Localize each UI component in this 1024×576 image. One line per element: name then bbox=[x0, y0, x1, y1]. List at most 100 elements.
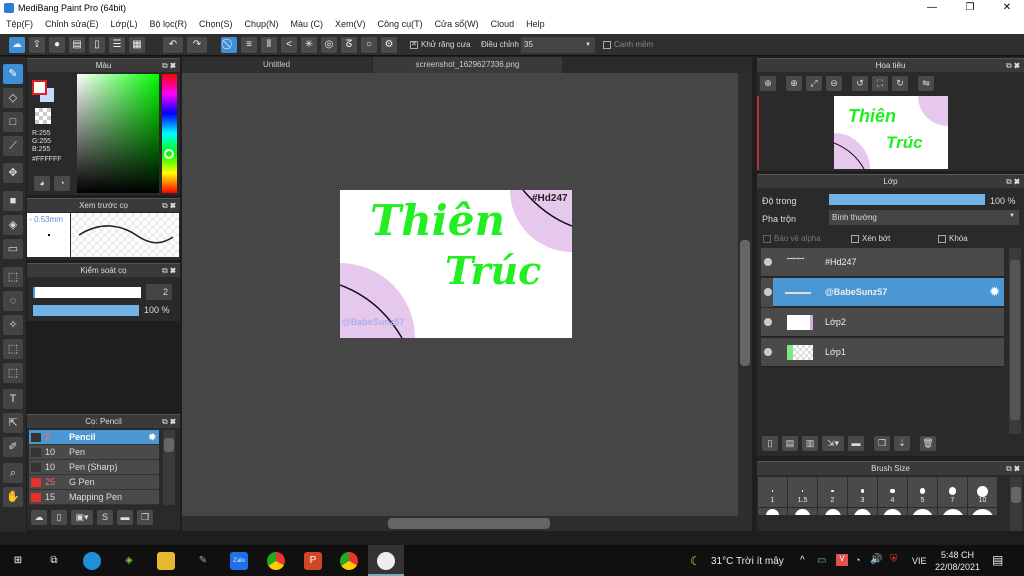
operation-tool-icon[interactable]: ⇱ bbox=[3, 413, 23, 433]
app-icon[interactable]: ◈ bbox=[120, 552, 138, 570]
visibility-toggle[interactable] bbox=[764, 348, 772, 356]
menu-edit[interactable]: Chỉnh sửa(E) bbox=[39, 16, 105, 34]
wifi-icon[interactable]: ◔ bbox=[855, 555, 860, 565]
navigator-thumbnail[interactable]: Thiên Trúc bbox=[834, 96, 948, 169]
medibang-taskbar-button[interactable] bbox=[368, 545, 404, 576]
menu-color[interactable]: Màu (C) bbox=[285, 16, 330, 34]
task-view-icon[interactable]: ⧉ bbox=[45, 552, 63, 570]
new-layer-icon[interactable]: ▯ bbox=[762, 436, 778, 451]
panel-controls-icon[interactable]: ⧉ ✖ bbox=[162, 59, 176, 73]
menu-tools[interactable]: Công cụ(T) bbox=[372, 16, 429, 34]
brush-item-pen-sharp[interactable]: 10 Pen (Sharp) bbox=[29, 460, 159, 475]
parallel-snap-icon[interactable]: ≡ bbox=[241, 37, 257, 53]
brush-size-option[interactable] bbox=[878, 508, 907, 515]
brush-size-option[interactable] bbox=[758, 508, 787, 515]
add-layer-menu-icon[interactable]: ⇲▾ bbox=[822, 436, 844, 451]
brush-item-pencil[interactable]: 2 Pencil ✹ bbox=[29, 430, 159, 445]
fullscreen-icon[interactable]: ⛶ bbox=[872, 76, 888, 91]
rectangle-tool-icon[interactable]: □ bbox=[3, 112, 23, 132]
panel-controls-icon[interactable]: ⧉ ✖ bbox=[162, 415, 176, 429]
divide-tool-icon[interactable]: ✐ bbox=[3, 437, 23, 457]
menu-select[interactable]: Chọn(S) bbox=[193, 16, 239, 34]
brush-size-option[interactable] bbox=[818, 508, 847, 515]
panel-controls-icon[interactable]: ⧉ ✖ bbox=[162, 264, 176, 278]
new-8bit-layer-icon[interactable]: ▥ bbox=[802, 436, 818, 451]
menu-layer[interactable]: Lớp(L) bbox=[105, 16, 144, 34]
maximize-button[interactable]: ❐ bbox=[953, 0, 987, 16]
vertical-snap-icon[interactable]: ⦀ bbox=[261, 37, 277, 53]
adjust-dropdown[interactable]: 35 ▼ bbox=[521, 37, 595, 53]
brush-size-option[interactable]: 3 bbox=[848, 477, 877, 507]
gear-icon[interactable]: ✹ bbox=[148, 430, 156, 444]
dot-tool-icon[interactable]: ⟋ bbox=[3, 136, 23, 156]
canvas-area[interactable]: Untitled screenshot_1629627336.png Thiên… bbox=[182, 57, 752, 531]
layer-row-babesunz57[interactable]: @BabeSunz57 ✹ bbox=[764, 278, 1004, 307]
lock-checkbox[interactable]: Khóa bbox=[938, 234, 968, 243]
zoom-in-icon[interactable]: ⊕ bbox=[760, 76, 776, 91]
scroll-thumb[interactable] bbox=[388, 518, 550, 529]
comment-icon[interactable]: ● bbox=[49, 37, 65, 53]
brush-size-option[interactable]: 1 bbox=[758, 477, 787, 507]
powerpoint-icon[interactable]: P bbox=[304, 552, 322, 570]
layer-scrollbar[interactable] bbox=[1009, 248, 1021, 434]
smooth-checkbox[interactable]: Canh mềm bbox=[603, 40, 653, 49]
select-eraser-tool-icon[interactable]: ⬚ bbox=[3, 363, 23, 383]
minimize-button[interactable]: — bbox=[915, 0, 949, 16]
scroll-thumb[interactable] bbox=[1011, 487, 1021, 503]
windows-start-icon[interactable]: ⊞ bbox=[9, 552, 27, 570]
hand-tool-icon[interactable]: ✋ bbox=[3, 487, 23, 507]
add-brush-menu-icon[interactable]: ▣▾ bbox=[71, 510, 93, 525]
language-indicator[interactable]: VIE bbox=[912, 556, 927, 566]
ellipse-snap-icon[interactable]: ○ bbox=[361, 37, 377, 53]
brush-item-pen[interactable]: 10 Pen bbox=[29, 445, 159, 460]
curve-snap-icon[interactable]: ᘔ bbox=[341, 37, 357, 53]
brush-size-scrollbar[interactable] bbox=[1010, 477, 1022, 531]
document-icon[interactable]: ▯ bbox=[89, 37, 105, 53]
artwork-canvas[interactable]: Thiên Trúc #Hd247 @BabeSunz57 bbox=[340, 190, 572, 338]
magic-wand-tool-icon[interactable]: ✧ bbox=[3, 315, 23, 335]
menu-help[interactable]: Help bbox=[520, 16, 551, 34]
gear-icon[interactable]: ✹ bbox=[989, 284, 1000, 300]
cloud-icon[interactable]: ☁ bbox=[9, 37, 25, 53]
brush-size-option[interactable] bbox=[968, 508, 997, 515]
panel-controls-icon[interactable]: ⧉ ✖ bbox=[1006, 175, 1020, 189]
saturation-value-picker[interactable] bbox=[77, 74, 159, 193]
cloud-brush-icon[interactable]: ☁ bbox=[31, 510, 47, 525]
brush-script-icon[interactable]: S bbox=[97, 510, 113, 525]
panel-controls-icon[interactable]: ⧉ ✖ bbox=[1006, 59, 1020, 73]
rotate-left-icon[interactable]: ↺ bbox=[852, 76, 868, 91]
visibility-toggle[interactable] bbox=[764, 318, 772, 326]
layer-row-lop1[interactable]: Lớp1 bbox=[761, 338, 1004, 367]
menu-filter[interactable]: Bộ lọc(R) bbox=[143, 16, 193, 34]
menu-snap[interactable]: Chụp(N) bbox=[239, 16, 285, 34]
chrome-icon[interactable] bbox=[340, 552, 358, 570]
security-icon[interactable]: ⛨ bbox=[890, 554, 898, 565]
new-halftone-layer-icon[interactable]: ▤ bbox=[782, 436, 798, 451]
gradient-tool-icon[interactable]: ▭ bbox=[3, 239, 23, 259]
hue-slider[interactable] bbox=[162, 74, 177, 193]
brush-size-option[interactable]: 2 bbox=[818, 477, 847, 507]
select-tool-icon[interactable]: ⬚ bbox=[3, 267, 23, 287]
v-app-icon[interactable]: V bbox=[836, 554, 848, 566]
file-explorer-icon[interactable] bbox=[157, 552, 175, 570]
zoom-in-icon[interactable]: ⊕ bbox=[786, 76, 802, 91]
duplicate-icon[interactable]: ❐ bbox=[137, 510, 153, 525]
redo-button[interactable]: ↷ bbox=[187, 37, 207, 53]
brush-size-option[interactable]: 1.5 bbox=[788, 477, 817, 507]
brush-size-input[interactable]: 2 bbox=[146, 284, 172, 300]
brush-size-option[interactable] bbox=[938, 508, 967, 515]
duplicate-layer-icon[interactable]: ❐ bbox=[874, 436, 890, 451]
brush-size-option[interactable] bbox=[788, 508, 817, 515]
snap-off-icon[interactable]: ⃠ bbox=[221, 37, 237, 53]
text-tool-icon[interactable]: T bbox=[3, 389, 23, 409]
antialias-checkbox[interactable]: ✕ Khử răng cưa bbox=[410, 40, 470, 49]
gear-icon[interactable]: ⚙ bbox=[381, 37, 397, 53]
brush-size-slider[interactable] bbox=[33, 287, 141, 298]
horizontal-scrollbar[interactable] bbox=[182, 516, 752, 531]
transparent-swatch[interactable] bbox=[35, 108, 51, 124]
paint-app-icon[interactable]: ✎ bbox=[194, 552, 212, 570]
folder-icon[interactable]: ▬ bbox=[848, 436, 864, 451]
rotate-right-icon[interactable]: ↻ bbox=[892, 76, 908, 91]
layer-opacity-slider[interactable] bbox=[829, 194, 985, 205]
select-pen-tool-icon[interactable]: ⬚ bbox=[3, 339, 23, 359]
